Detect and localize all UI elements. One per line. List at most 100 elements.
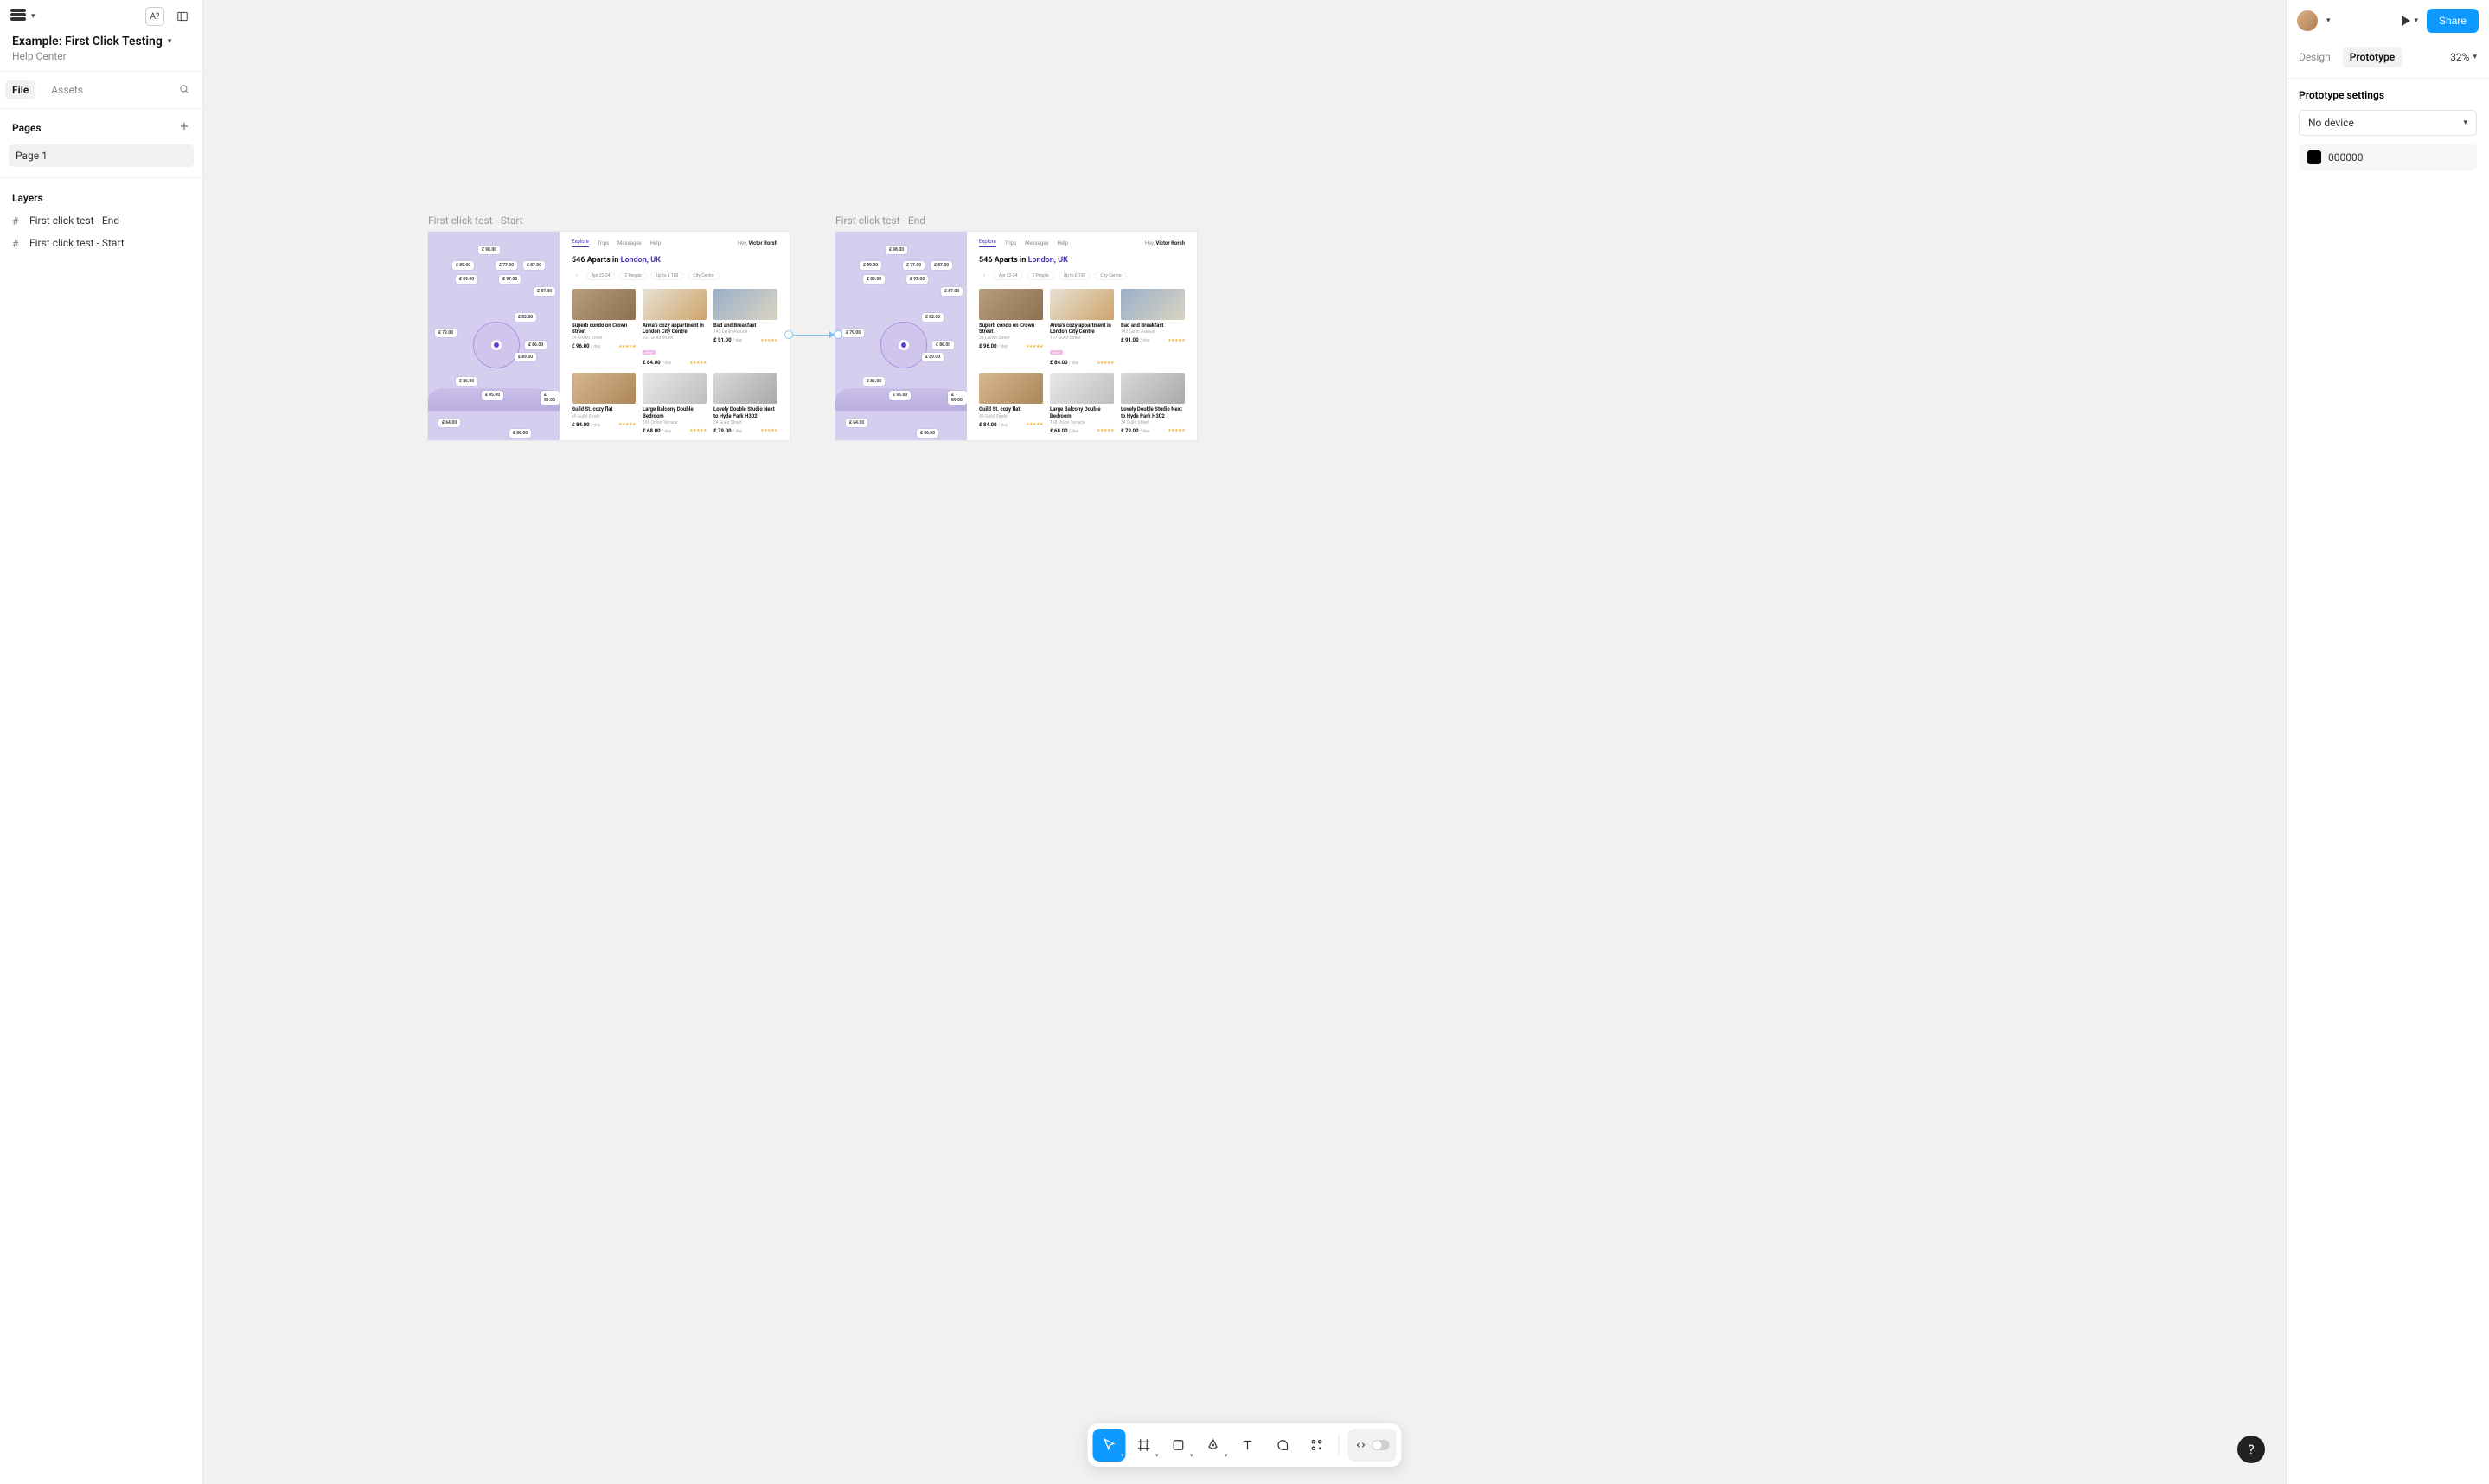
map-price-pill[interactable]: £ 95.00 [482,391,503,400]
prototype-connection-start-node[interactable] [784,330,793,339]
user-avatar[interactable] [2297,10,2318,31]
frame-label[interactable]: First click test - Start [428,214,790,227]
map-price-pill[interactable]: £ 89.00 [515,353,536,361]
map-price-pill[interactable]: £ 89.00 [541,391,560,405]
map-price-pill[interactable]: £ 97.00 [499,275,521,284]
nav-explore[interactable]: Explore [572,239,589,247]
filters-back[interactable]: ‹ [979,272,989,280]
map-price-pill[interactable]: £ 87.00 [941,287,963,296]
filter-chip[interactable]: 2 People [1027,272,1053,280]
nav-trips[interactable]: Trips [1005,240,1016,246]
map-pane[interactable]: £ 98.00 £ 89.00 £ 77.00 £ 87.00 £ 89.00 £ 97.… [428,232,560,440]
file-title[interactable]: Example: First Click Testing [12,35,163,48]
main-menu[interactable]: ▾ [10,9,35,24]
page-item[interactable]: Page 1 [9,144,194,167]
map-price-pill[interactable]: £ 64.00 [846,419,867,427]
nav-explore[interactable]: Explore [979,239,996,247]
filter-chip[interactable]: Apr 22-24 [586,272,616,280]
map-price-pill[interactable]: £ 89.00 [452,261,474,270]
prototype-connection-line[interactable] [793,335,829,336]
filters-back[interactable]: ‹ [572,272,582,280]
tab-design[interactable]: Design [2299,51,2331,63]
comment-tool[interactable] [1266,1429,1299,1462]
map-price-pill[interactable]: £ 79.00 [435,329,457,337]
listing-card[interactable]: Superb condo on Crown Street24 Crown Str… [979,289,1043,366]
map-price-pill[interactable]: £ 87.00 [534,287,555,296]
listing-card[interactable]: Superb condo on Crown Street24 Crown Str… [572,289,636,366]
nav-messages[interactable]: Messages [1025,240,1049,246]
filter-chip[interactable]: City Centre [688,272,719,280]
map-price-pill[interactable]: £ 97.00 [906,275,928,284]
listing-card[interactable]: Bad and Breakfast142 Lenin Avenue£ 91.00… [713,289,777,366]
listing-card[interactable]: Large Balcony Double Bedroom168 Union Te… [1050,373,1114,433]
map-price-pill[interactable]: £ 77.00 [496,261,517,270]
map-price-pill[interactable]: £ 86.00 [509,429,531,438]
frame-tool[interactable]: ▾ [1128,1429,1161,1462]
map-price-pill[interactable]: £ 79.00 [842,329,864,337]
listing-card[interactable]: Guild St. cozy flat69 Guild Street£ 84.0… [979,373,1043,433]
pen-tool[interactable]: ▾ [1197,1429,1230,1462]
toggle-sidebar-button[interactable] [173,7,192,26]
device-select[interactable]: No device ▾ [2299,110,2477,136]
layer-item[interactable]: First click test - Start [0,232,202,254]
map-price-pill[interactable]: £ 89.00 [922,353,944,361]
map-price-pill[interactable]: £ 87.00 [931,261,952,270]
prototype-connection-end-node[interactable] [834,330,842,339]
map-price-pill[interactable]: £ 82.00 [515,313,536,322]
map-price-pill[interactable]: £ 77.00 [903,261,925,270]
listing-card[interactable]: Bad and Breakfast142 Lenin Avenue£ 91.00… [1121,289,1185,366]
filter-chip[interactable]: City Centre [1095,272,1126,280]
map-pane[interactable]: £ 98.00 £ 89.00 £ 77.00 £ 87.00 £ 89.00 £ 97.… [835,232,967,440]
filter-chip[interactable]: Apr 22-24 [994,272,1023,280]
zoom-control[interactable]: 32% ▾ [2450,51,2477,63]
listing-card[interactable]: Lovely Double Studio Next to Hyde Park H… [713,373,777,433]
map-price-pill[interactable]: £ 87.00 [523,261,545,270]
nav-messages[interactable]: Messages [617,240,642,246]
actions-tool[interactable] [1301,1429,1334,1462]
share-button[interactable]: Share [2427,9,2479,33]
listing-card[interactable]: Anna's cozy appartment in London City Ce… [1050,289,1114,366]
file-project[interactable]: Help Center [12,50,190,62]
nav-help[interactable]: Help [650,240,661,246]
move-tool[interactable]: ▾ [1093,1429,1126,1462]
map-price-pill[interactable]: £ 98.00 [478,246,500,254]
canvas[interactable]: First click test - Start £ 98.00£ 89.00£… [203,0,2286,1484]
frame-start[interactable]: £ 98.00 £ 89.00 £ 77.00 £ 87.00 £ 89.00 £ 97.… [428,232,790,440]
frame-label[interactable]: First click test - End [835,214,1197,227]
listing-card[interactable]: Guild St. cozy flat69 Guild Street£ 84.0… [572,373,636,433]
map-price-pill[interactable]: £ 86.00 [863,377,885,386]
chevron-down-icon[interactable]: ▾ [2326,16,2331,25]
map-price-pill[interactable]: £ 64.00 [438,419,460,427]
nav-help[interactable]: Help [1058,240,1068,246]
map-price-pill[interactable]: £ 89.00 [456,275,477,284]
add-page-button[interactable] [178,119,190,136]
tab-file[interactable]: File [5,80,35,99]
filter-chip[interactable]: 2 People [619,272,646,280]
tab-prototype[interactable]: Prototype [2343,47,2403,67]
listing-card[interactable]: Large Balcony Double Bedroom168 Union Te… [643,373,707,433]
map-price-pill[interactable]: £ 89.00 [948,391,967,405]
map-price-pill[interactable]: £ 89.00 [863,275,885,284]
map-price-pill[interactable]: £ 95.00 [889,391,911,400]
shape-tool[interactable]: ▾ [1162,1429,1195,1462]
background-color-row[interactable]: 000000 [2299,144,2477,170]
text-tool[interactable] [1232,1429,1264,1462]
present-button[interactable]: ▾ [2402,16,2418,26]
filter-chip[interactable]: Up to £ 100 [1059,272,1091,280]
listing-card[interactable]: Lovely Double Studio Next to Hyde Park H… [1121,373,1185,433]
filter-chip[interactable]: Up to £ 100 [651,272,684,280]
search-button[interactable] [178,82,190,99]
map-price-pill[interactable]: £ 98.00 [886,246,907,254]
map-price-pill[interactable]: £ 86.00 [525,341,547,349]
map-price-pill[interactable]: £ 86.00 [456,377,477,386]
map-price-pill[interactable]: £ 82.00 [922,313,944,322]
help-button[interactable]: ? [2237,1436,2265,1463]
chevron-down-icon[interactable]: ▾ [168,37,172,46]
frame-end[interactable]: £ 98.00 £ 89.00 £ 77.00 £ 87.00 £ 89.00 £ 97.… [835,232,1197,440]
dev-mode-toggle[interactable] [1348,1429,1397,1462]
tab-assets[interactable]: Assets [51,84,83,96]
listing-card[interactable]: Anna's cozy appartment in London City Ce… [643,289,707,366]
nav-trips[interactable]: Trips [598,240,609,246]
map-price-pill[interactable]: £ 89.00 [860,261,881,270]
map-price-pill[interactable]: £ 86.00 [932,341,954,349]
